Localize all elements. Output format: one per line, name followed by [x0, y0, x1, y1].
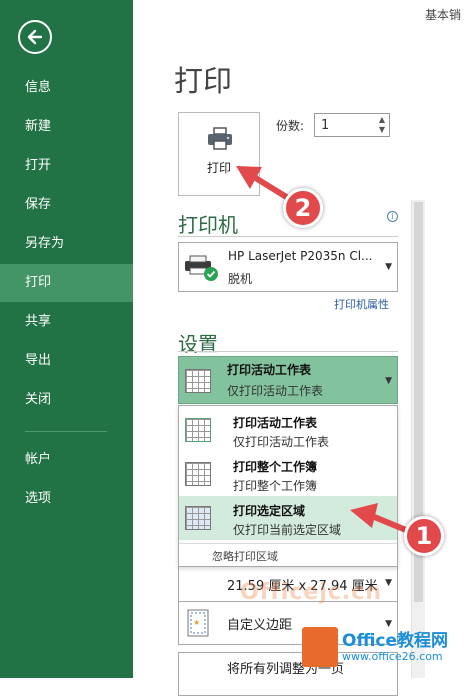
watermark-logo-name: Office教程网: [342, 631, 449, 651]
annotation-arrows: [236, 166, 409, 533]
watermark-logo: Office教程网 www.office26.com: [302, 624, 462, 672]
callout-badge: 2: [283, 188, 323, 228]
office-logo-icon: [302, 627, 338, 667]
watermark-logo-url: www.office26.com: [342, 650, 443, 663]
callout-badge: 1: [404, 516, 444, 556]
